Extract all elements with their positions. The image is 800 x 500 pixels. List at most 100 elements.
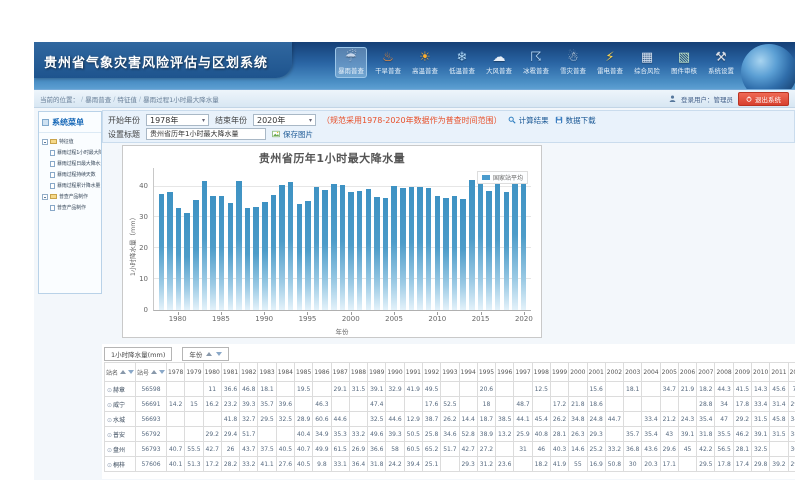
year-column-header[interactable]: 2010 — [752, 363, 770, 382]
nav-item-rain[interactable]: ☔暴雨普查 — [335, 47, 367, 78]
nav-item-snowflake[interactable]: ❄低温普查 — [446, 47, 478, 78]
tree-leaf-item[interactable]: 暴雨过程持续天数 — [42, 169, 101, 180]
year-column-header[interactable]: 1991 — [404, 363, 422, 382]
end-year-select[interactable]: 2020年▾ — [253, 114, 316, 126]
station-name-cell[interactable]: ⊙盘州 — [105, 442, 136, 457]
year-column-header[interactable]: 1995 — [477, 363, 495, 382]
app-title: 贵州省气象灾害风险评估与区划系统 — [44, 52, 268, 71]
value-cell: 35.7 — [624, 427, 642, 442]
year-column-header[interactable]: 2004 — [642, 363, 660, 382]
sort-icon[interactable] — [206, 352, 212, 356]
year-column-header[interactable]: 1992 — [422, 363, 440, 382]
logout-button[interactable]: 退出系统 — [738, 92, 789, 106]
nav-item-wind[interactable]: ☁大风普查 — [483, 47, 515, 78]
nav-item-calc[interactable]: ▦综合风险 — [631, 47, 663, 78]
start-year-select[interactable]: 1978年▾ — [146, 114, 209, 126]
station-id-header[interactable]: 站号 — [136, 363, 167, 382]
filter-funnel-icon[interactable] — [159, 370, 165, 374]
year-column-header[interactable]: 2011 — [770, 363, 788, 382]
column-field-box[interactable]: 年份 — [182, 347, 229, 361]
expand-icon[interactable]: ⊙ — [107, 462, 112, 469]
year-column-header[interactable]: 1983 — [258, 363, 276, 382]
value-cell: 41.9 — [550, 457, 568, 472]
tree-leaf-item[interactable]: 暴雨过程日最大降水量 — [42, 158, 101, 169]
bar-2013 — [460, 199, 466, 310]
nav-item-label: 暴雨普查 — [338, 66, 364, 75]
expand-icon[interactable]: ⊙ — [107, 432, 112, 439]
year-column-header[interactable]: 2008 — [715, 363, 733, 382]
year-column-header[interactable]: 2009 — [733, 363, 751, 382]
year-column-header[interactable]: 1993 — [441, 363, 459, 382]
expand-icon[interactable]: ⊙ — [107, 417, 112, 424]
tree-group[interactable]: 特征值 — [42, 136, 101, 147]
expand-icon[interactable]: ⊙ — [107, 447, 112, 454]
sort-icon[interactable] — [120, 370, 126, 374]
sort-icon[interactable] — [151, 370, 157, 374]
year-column-header[interactable]: 1989 — [368, 363, 386, 382]
tree-leaf-item[interactable]: 暴雨过程累计降水量 — [42, 180, 101, 191]
nav-item-hail[interactable]: ☈冰雹普查 — [520, 47, 552, 78]
bar-2003 — [374, 197, 380, 310]
station-name-header[interactable]: 站名 — [105, 363, 136, 382]
year-column-header[interactable]: 1999 — [550, 363, 568, 382]
year-column-header[interactable]: 1982 — [240, 363, 258, 382]
year-column-header[interactable]: 1987 — [331, 363, 349, 382]
value-cell — [258, 427, 276, 442]
expand-icon[interactable]: ⊙ — [107, 387, 112, 394]
year-column-header[interactable]: 2002 — [605, 363, 623, 382]
breadcrumb-item[interactable]: 暴雨过程1小时最大降水量 — [143, 94, 219, 104]
collapse-icon[interactable] — [42, 139, 48, 145]
year-column-header[interactable]: 2007 — [697, 363, 715, 382]
breadcrumb-item[interactable]: 暴雨普查 — [85, 94, 111, 104]
year-column-header[interactable]: 1997 — [514, 363, 532, 382]
year-column-header[interactable]: 1984 — [276, 363, 294, 382]
filter-funnel-icon[interactable] — [128, 370, 134, 374]
year-column-header[interactable]: 2005 — [660, 363, 678, 382]
year-column-header[interactable]: 2000 — [569, 363, 587, 382]
year-column-header[interactable]: 2003 — [624, 363, 642, 382]
year-column-header[interactable]: 1980 — [203, 363, 221, 382]
station-name-cell[interactable]: ⊙普安 — [105, 427, 136, 442]
tree-leaf-item[interactable]: 暴雨过程1小时最大降水量 — [42, 147, 101, 158]
filter-funnel-icon[interactable] — [216, 352, 222, 356]
value-cell: 32.9 — [386, 382, 404, 397]
data-download-button[interactable]: 数据下载 — [555, 115, 596, 126]
nav-item-map[interactable]: ▧图件审核 — [668, 47, 700, 78]
year-column-header[interactable]: 1998 — [532, 363, 550, 382]
year-column-header[interactable]: 1988 — [349, 363, 367, 382]
year-column-header[interactable]: 1978 — [167, 363, 185, 382]
bar-1996 — [314, 187, 320, 310]
y-tick-label: 0 — [144, 306, 148, 314]
breadcrumb-item[interactable]: 特征值 — [117, 94, 137, 104]
bar-1990 — [262, 202, 268, 310]
collapse-icon[interactable] — [42, 194, 48, 200]
nav-item-sun[interactable]: ☀高温普查 — [409, 47, 441, 78]
nav-item-heat[interactable]: ♨干旱普查 — [372, 47, 404, 78]
year-column-header[interactable]: 1990 — [386, 363, 404, 382]
year-column-header[interactable]: 1986 — [313, 363, 331, 382]
value-cell: 9.8 — [313, 457, 331, 472]
value-cell: 14.4 — [459, 412, 477, 427]
tree-leaf-item[interactable]: 普查产品制作 — [42, 202, 101, 213]
station-name-cell[interactable]: ⊙水城 — [105, 412, 136, 427]
year-column-header[interactable]: 2006 — [678, 363, 696, 382]
station-name-cell[interactable]: ⊙威宁 — [105, 397, 136, 412]
value-field-box[interactable]: 1小时降水量(mm) — [104, 347, 172, 361]
expand-icon[interactable]: ⊙ — [107, 402, 112, 409]
nav-item-snow[interactable]: ☃雪灾普查 — [557, 47, 589, 78]
station-name-cell[interactable]: ⊙桐梓 — [105, 457, 136, 472]
nav-item-lightning[interactable]: ⚡雷电普查 — [594, 47, 626, 78]
nav-item-wrench[interactable]: ⚒系统设置 — [705, 47, 737, 78]
station-name-cell[interactable]: ⊙赫章 — [105, 382, 136, 397]
chart-title-input[interactable] — [146, 128, 266, 140]
tree-group[interactable]: 普查产品制作 — [42, 191, 101, 202]
year-column-header[interactable]: 2012 — [788, 363, 795, 382]
save-image-button[interactable]: 保存图片 — [272, 129, 313, 140]
year-column-header[interactable]: 1981 — [221, 363, 239, 382]
year-column-header[interactable]: 1994 — [459, 363, 477, 382]
year-column-header[interactable]: 1996 — [496, 363, 514, 382]
calc-result-button[interactable]: 计算结果 — [508, 115, 549, 126]
year-column-header[interactable]: 1979 — [185, 363, 203, 382]
year-column-header[interactable]: 1985 — [295, 363, 313, 382]
year-column-header[interactable]: 2001 — [587, 363, 605, 382]
